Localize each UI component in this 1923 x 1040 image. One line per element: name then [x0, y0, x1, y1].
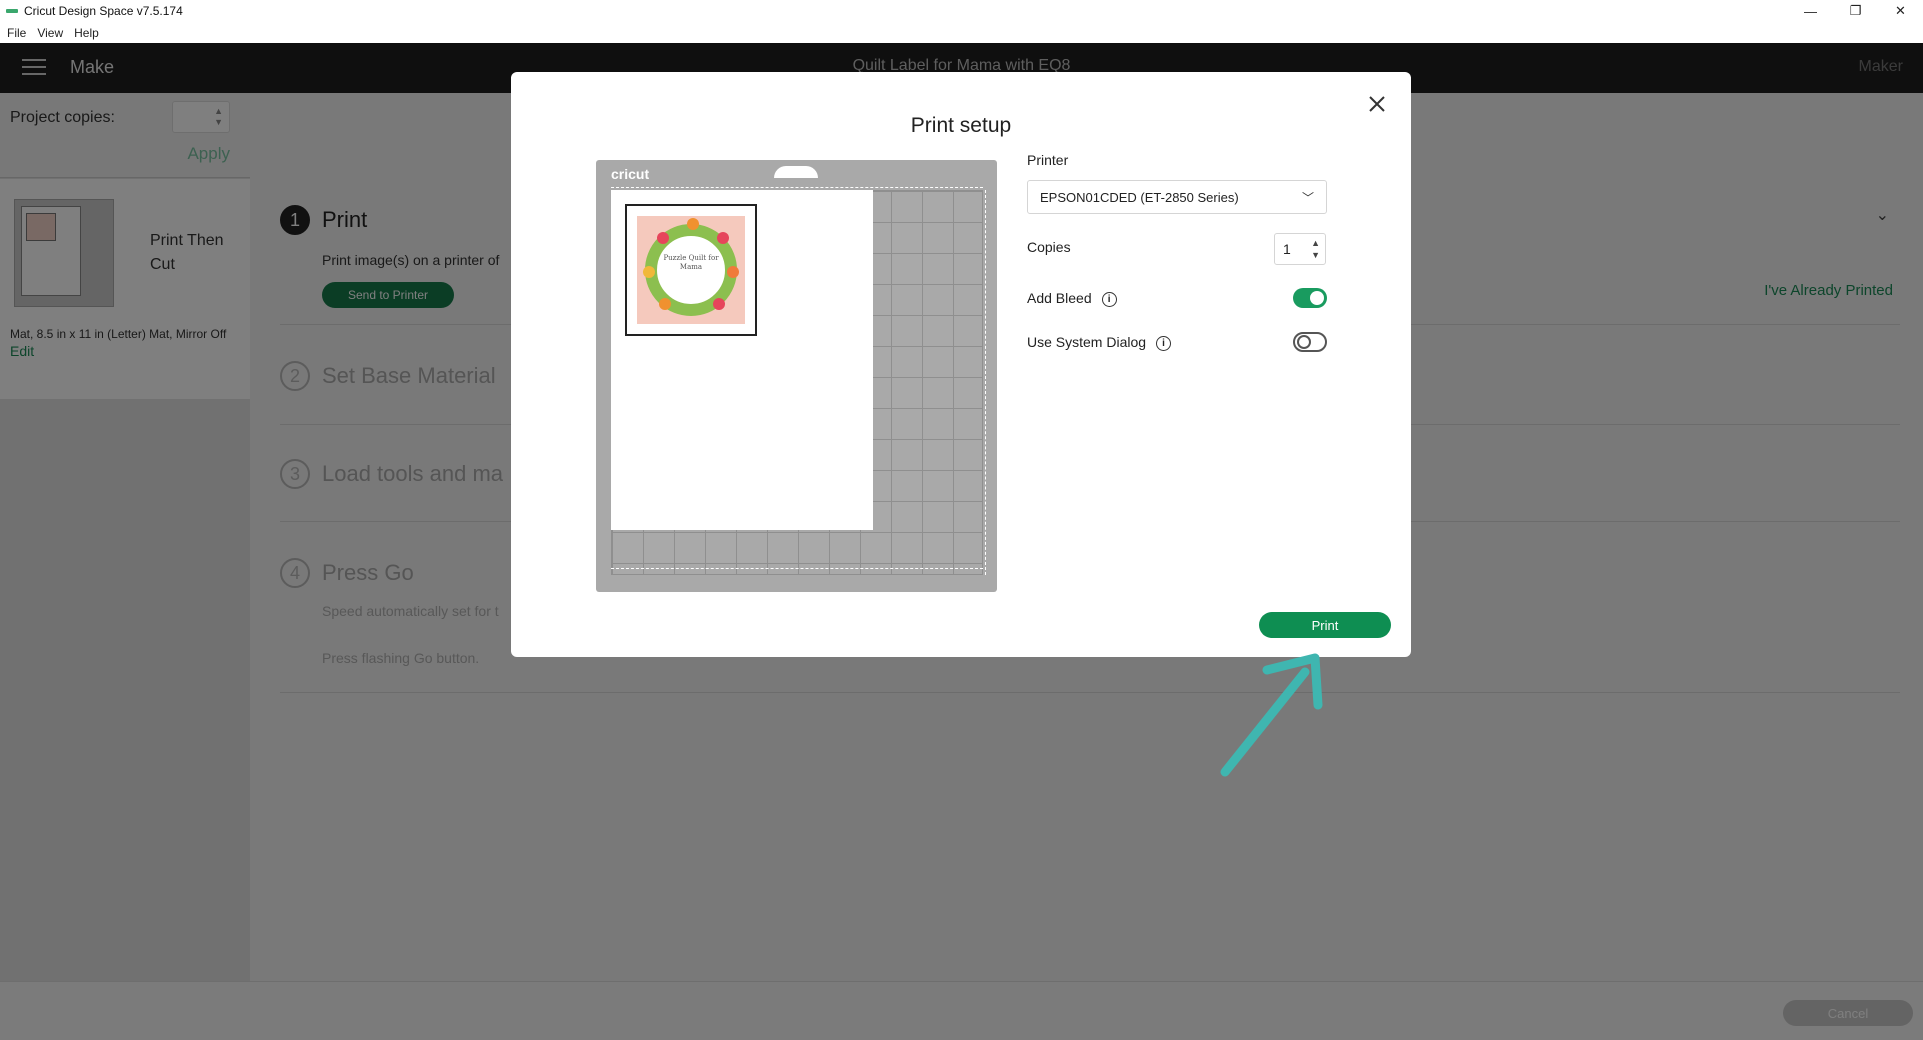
mat-ruler-bottom: [611, 568, 983, 574]
mat-ruler-right: [985, 190, 991, 575]
menu-bar: File View Help: [0, 22, 1923, 43]
window-controls: — ❐ ✕: [1788, 0, 1923, 22]
print-setup-dialog: Print setup cricut Puzzle Quilt for Mama…: [511, 72, 1411, 657]
printer-select[interactable]: EPSON01CDED (ET-2850 Series) ﹀: [1027, 180, 1327, 214]
window-title: Cricut Design Space v7.5.174: [24, 4, 183, 18]
label-text: Puzzle Quilt for Mama: [663, 254, 719, 271]
system-dialog-toggle[interactable]: [1293, 332, 1327, 352]
print-button[interactable]: Print: [1259, 612, 1391, 638]
quilt-label-image[interactable]: Puzzle Quilt for Mama: [625, 204, 757, 336]
add-bleed-label: Add Bleed: [1027, 290, 1092, 306]
close-window-icon[interactable]: ✕: [1878, 0, 1923, 22]
add-bleed-row: Add Bleed i: [1027, 290, 1117, 307]
cricut-app-icon: [6, 9, 18, 13]
system-dialog-row: Use System Dialog i: [1027, 334, 1172, 351]
mat-notch: [774, 166, 818, 178]
menu-help[interactable]: Help: [74, 26, 99, 40]
menu-file[interactable]: File: [7, 26, 26, 40]
restore-icon[interactable]: ❐: [1833, 0, 1878, 22]
close-icon[interactable]: [1365, 92, 1389, 116]
menu-view[interactable]: View: [37, 26, 63, 40]
cricut-brand: cricut: [611, 166, 650, 182]
mat-preview: cricut Puzzle Quilt for Mama: [596, 160, 997, 592]
info-icon[interactable]: i: [1156, 335, 1172, 351]
info-icon[interactable]: i: [1101, 291, 1117, 307]
add-bleed-toggle[interactable]: [1293, 288, 1327, 308]
window-titlebar: Cricut Design Space v7.5.174 — ❐ ✕: [0, 0, 1923, 22]
mat-ruler-top: [611, 182, 983, 188]
copies-label: Copies: [1027, 239, 1071, 255]
minimize-icon[interactable]: —: [1788, 0, 1833, 22]
annotation-arrow-icon: [1220, 653, 1323, 777]
dialog-title: Print setup: [910, 114, 1012, 137]
system-dialog-label: Use System Dialog: [1027, 334, 1147, 350]
printer-label: Printer: [1027, 152, 1069, 168]
paper-sheet: Puzzle Quilt for Mama: [611, 190, 873, 530]
chevron-down-icon[interactable]: ﹀: [1302, 189, 1314, 206]
copies-input[interactable]: 1 ▲ ▼: [1274, 233, 1326, 265]
printer-value: EPSON01CDED (ET-2850 Series): [1040, 189, 1239, 205]
copies-stepper-icon[interactable]: ▲▼: [1311, 237, 1320, 261]
